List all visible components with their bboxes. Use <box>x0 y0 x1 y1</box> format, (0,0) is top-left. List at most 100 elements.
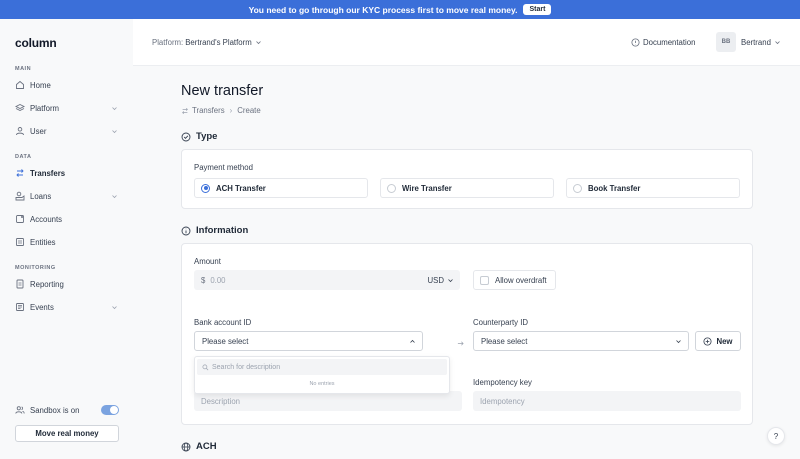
information-card: Amount $ 0.00 USD Allow overdraft Bank a… <box>181 243 753 425</box>
allow-overdraft-checkbox[interactable]: Allow overdraft <box>473 270 556 290</box>
information-section-header: Information <box>181 225 248 236</box>
ach-section-title: ACH <box>196 441 217 452</box>
layers-icon <box>15 103 25 113</box>
chevron-down-icon <box>447 277 454 284</box>
type-card: Payment method ACH Transfer Wire Transfe… <box>181 149 753 209</box>
sidebar-item-transfers[interactable]: Transfers <box>15 165 118 181</box>
sidebar-item-label: Platform <box>30 103 60 113</box>
chevron-down-icon <box>111 304 118 311</box>
counterparty-label: Counterparty ID <box>473 318 529 327</box>
bank-account-select[interactable]: Please select <box>194 331 423 351</box>
reporting-icon <box>15 279 25 289</box>
currency-select[interactable]: USD <box>428 276 454 285</box>
arrow-right-icon <box>457 340 464 347</box>
payment-option-ach[interactable]: ACH Transfer <box>194 178 368 198</box>
breadcrumb: Transfers › Create <box>181 106 261 115</box>
amount-placeholder: 0.00 <box>210 275 226 285</box>
currency-symbol: $ <box>201 275 206 285</box>
sidebar-item-label: Events <box>30 302 54 312</box>
sidebar-item-label: Home <box>30 80 51 90</box>
chevron-down-icon <box>111 193 118 200</box>
type-section-header: Type <box>181 131 217 142</box>
top-header: Platform: Bertrand's Platform Documentat… <box>133 19 800 66</box>
ach-section-header: ACH <box>181 441 217 452</box>
help-button[interactable]: ? <box>767 427 785 445</box>
users-icon <box>15 405 25 415</box>
dropdown-search-placeholder: Search for description <box>212 363 281 371</box>
documentation-label: Documentation <box>643 38 696 47</box>
sidebar-item-reporting[interactable]: Reporting <box>15 276 118 292</box>
platform-selector[interactable]: Platform: Bertrand's Platform <box>152 38 262 47</box>
sandbox-toggle[interactable] <box>101 405 119 415</box>
sidebar-item-platform[interactable]: Platform <box>15 100 118 116</box>
sidebar-item-label: Transfers <box>30 168 66 178</box>
help-circle-icon <box>631 38 640 47</box>
chevron-down-icon <box>675 338 682 345</box>
sandbox-toggle-row: Sandbox is on <box>15 405 119 415</box>
description-input[interactable]: Description <box>194 391 462 411</box>
sidebar-item-home[interactable]: Home <box>15 77 118 93</box>
checkbox <box>480 275 489 285</box>
bank-account-placeholder: Please select <box>202 336 249 346</box>
amount-input[interactable]: $ 0.00 USD <box>194 270 460 290</box>
sidebar-item-user[interactable]: User <box>15 123 118 139</box>
section-label-data: DATA <box>15 154 32 160</box>
radio-selected <box>201 183 210 193</box>
sidebar-item-loans[interactable]: Loans <box>15 188 118 204</box>
amount-label: Amount <box>194 257 221 266</box>
kyc-banner: You need to go through our KYC process f… <box>0 0 800 19</box>
sidebar-item-accounts[interactable]: Accounts <box>15 211 118 227</box>
dropdown-empty-message: No entries <box>309 381 335 387</box>
breadcrumb-create: Create <box>237 106 261 115</box>
documentation-link[interactable]: Documentation <box>631 38 695 47</box>
move-real-money-button[interactable]: Move real money <box>15 425 119 442</box>
bank-account-label: Bank account ID <box>194 318 252 327</box>
user-icon <box>15 126 25 136</box>
accounts-icon <box>15 214 25 224</box>
user-name: Bertrand <box>741 38 771 47</box>
events-icon <box>15 302 25 312</box>
globe-icon <box>181 442 191 452</box>
search-icon <box>202 364 209 371</box>
chevron-down-icon <box>111 128 118 135</box>
user-menu[interactable]: Bertrand <box>741 38 781 47</box>
sandbox-label: Sandbox is on <box>30 405 80 415</box>
idempotency-input[interactable]: Idempotency <box>473 391 741 411</box>
kyc-start-button[interactable]: Start <box>523 4 552 15</box>
description-placeholder: Description <box>201 396 240 406</box>
sidebar-item-label: Entities <box>30 237 56 247</box>
sidebar-item-label: Accounts <box>30 214 63 224</box>
main-content: New transfer Transfers › Create Type Pay… <box>133 66 800 459</box>
payment-option-wire[interactable]: Wire Transfer <box>380 178 554 198</box>
breadcrumb-transfers[interactable]: Transfers <box>192 106 225 115</box>
sidebar-item-label: Loans <box>30 191 52 201</box>
currency-value: USD <box>427 275 444 285</box>
sidebar-item-label: User <box>30 126 47 136</box>
information-section-title: Information <box>196 225 249 236</box>
section-label-main: MAIN <box>15 66 32 72</box>
type-section-title: Type <box>196 131 218 142</box>
new-button-label: New <box>716 336 733 346</box>
transfer-icon <box>181 107 189 115</box>
loans-icon <box>15 191 25 201</box>
radio-unselected <box>387 183 396 193</box>
platform-name: Bertrand's Platform <box>185 38 252 47</box>
sidebar: column MAIN Home Platform User DATA Tran… <box>0 19 133 459</box>
app-logo[interactable]: column <box>15 36 57 50</box>
dropdown-search-input[interactable]: Search for description <box>197 359 447 375</box>
avatar[interactable]: BB <box>716 32 736 52</box>
idempotency-label: Idempotency key <box>473 378 532 387</box>
payment-option-label: ACH Transfer <box>216 183 266 193</box>
allow-overdraft-label: Allow overdraft <box>495 275 547 285</box>
counterparty-select[interactable]: Please select <box>473 331 689 351</box>
idempotency-placeholder: Idempotency <box>480 396 525 406</box>
sidebar-item-entities[interactable]: Entities <box>15 234 118 250</box>
payment-option-book[interactable]: Book Transfer <box>566 178 740 198</box>
new-counterparty-button[interactable]: New <box>695 331 741 351</box>
home-icon <box>15 80 25 90</box>
chevron-down-icon <box>255 39 262 46</box>
bank-account-dropdown: Search for description No entries <box>194 356 450 394</box>
sidebar-item-events[interactable]: Events <box>15 299 118 315</box>
page-title: New transfer <box>181 83 264 99</box>
section-label-monitoring: MONITORING <box>15 265 56 271</box>
